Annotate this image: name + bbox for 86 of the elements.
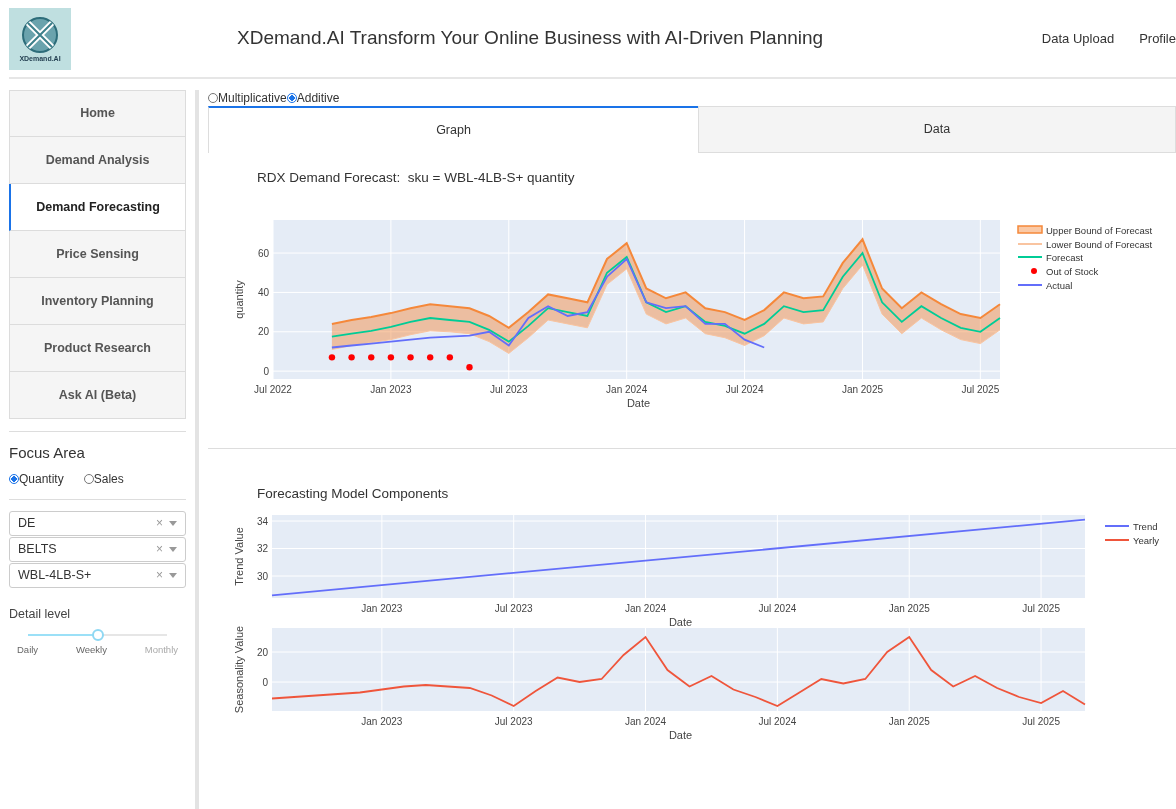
nav-link[interactable]: Profile	[1139, 28, 1176, 49]
x-tick-label: Jan 2023	[370, 384, 412, 395]
section-title: Focus Area	[9, 443, 86, 463]
x-axis-title: Date	[626, 397, 651, 409]
radio-label: Quantity	[19, 470, 64, 488]
page-title: XDemand.AI Transform Your Online Business with AI-Driven Planning	[237, 26, 824, 51]
marker	[407, 354, 414, 361]
y-tick-label: 32	[256, 543, 268, 555]
y-axis-title: Trend Value	[233, 527, 245, 586]
slider-mark-label: Monthly	[144, 643, 178, 658]
radio-label: Additive	[296, 89, 340, 107]
caret-icon[interactable]	[169, 572, 177, 578]
nav-link[interactable]: Data Upload	[1041, 28, 1115, 49]
marker	[328, 354, 336, 361]
dropdown[interactable]: DE ×	[9, 510, 186, 536]
marker	[368, 354, 375, 361]
sidebar-item[interactable]: Demand Analysis	[9, 137, 186, 184]
x-tick-label: Jan 2024	[624, 716, 667, 727]
y-tick-label: 0	[262, 676, 268, 688]
slider-thumb[interactable]	[91, 629, 104, 642]
legend-label[interactable]: Out of Stock	[1046, 265, 1099, 277]
x-tick-label: Jan 2025	[888, 716, 930, 727]
sidebar-item[interactable]: Ask AI (Beta)	[9, 372, 186, 419]
slider-mark-label: Daily	[17, 643, 39, 658]
y-tick-label: 20	[257, 326, 269, 338]
y-tick-label: 0	[263, 365, 269, 377]
sidebar-item[interactable]: Inventory Planning	[9, 278, 186, 325]
legend-swatch	[1031, 268, 1037, 274]
x-tick-label: Jan 2025	[888, 603, 930, 614]
sidebar-item[interactable]: Product Research	[9, 325, 186, 372]
y-tick-label: 34	[256, 515, 268, 527]
dropdown[interactable]: WBL-4LB-S+ ×	[9, 562, 186, 588]
sidebar-item[interactable]: Price Sensing	[9, 231, 186, 278]
slider-mark-label: Weekly	[75, 643, 107, 658]
legend-label[interactable]: Upper Bound of Forecast	[1046, 224, 1153, 236]
radio-button[interactable]	[83, 473, 94, 484]
radio-button[interactable]	[286, 92, 297, 103]
x-tick-label: Jul 2025	[961, 384, 1000, 395]
y-tick-label: 30	[256, 570, 268, 582]
radio-button[interactable]	[208, 92, 218, 103]
x-axis-title: Date	[668, 729, 693, 741]
y-axis-title: Seasonality Value	[233, 625, 245, 714]
x-tick-label: Jul 2024	[725, 384, 764, 395]
y-tick-label: 40	[257, 286, 269, 298]
radio-button[interactable]	[9, 473, 19, 484]
legend-label[interactable]: Lower Bound of Forecast	[1046, 238, 1153, 250]
y-tick-label: 20	[256, 646, 268, 658]
slider-track[interactable]	[28, 634, 167, 637]
radio-label: Sales	[93, 470, 124, 488]
x-tick-label: Jan 2023	[361, 603, 403, 614]
legend-label[interactable]: Actual	[1046, 279, 1073, 291]
x-tick-label: Jul 2023	[494, 603, 533, 614]
radio-label: Multiplicative	[218, 89, 287, 107]
x-tick-label: Jan 2025	[841, 384, 884, 395]
x-tick-label: Jul 2025	[1022, 603, 1060, 614]
y-axis-title: quantity	[233, 280, 245, 319]
x-tick-label: Jul 2024	[758, 603, 797, 614]
x-tick-label: Jan 2023	[361, 716, 403, 727]
marker	[466, 364, 473, 371]
x-axis-title: Date	[668, 616, 693, 628]
legend-label[interactable]: Yearly	[1133, 534, 1160, 546]
marker	[387, 354, 395, 361]
legend-label[interactable]: Forecast	[1046, 251, 1083, 263]
legend-swatch	[1017, 225, 1043, 234]
marker	[427, 354, 434, 361]
sidebar-item[interactable]: Demand Forecasting	[9, 184, 186, 231]
dropdown[interactable]: BELTS ×	[9, 536, 186, 562]
chart-title: RDX Demand Forecast: sku = WBL-4LB-S+ quantity	[257, 170, 575, 185]
x-tick-label: Jan 2024	[624, 603, 667, 614]
marker	[348, 354, 355, 361]
slider-label: Detail level	[9, 605, 72, 623]
caret-icon[interactable]	[169, 520, 177, 526]
x-tick-label: Jul 2024	[758, 716, 797, 727]
x-tick-label: Jan 2024	[606, 384, 648, 395]
legend-label[interactable]: Trend	[1133, 520, 1158, 532]
marker	[446, 354, 454, 361]
x-tick-label: Jul 2022	[254, 384, 292, 395]
x-tick-label: Jul 2023	[494, 716, 533, 727]
x-tick-label: Jul 2023	[489, 384, 528, 395]
x-tick-label: Jul 2025	[1022, 716, 1060, 727]
tab[interactable]: Graph	[208, 106, 698, 153]
caret-icon[interactable]	[169, 546, 177, 552]
section-title: Forecasting Model Components	[257, 485, 450, 501]
y-tick-label: 60	[257, 247, 269, 259]
tab[interactable]: Data	[698, 106, 1176, 153]
sidebar-item[interactable]: Home	[9, 90, 186, 137]
